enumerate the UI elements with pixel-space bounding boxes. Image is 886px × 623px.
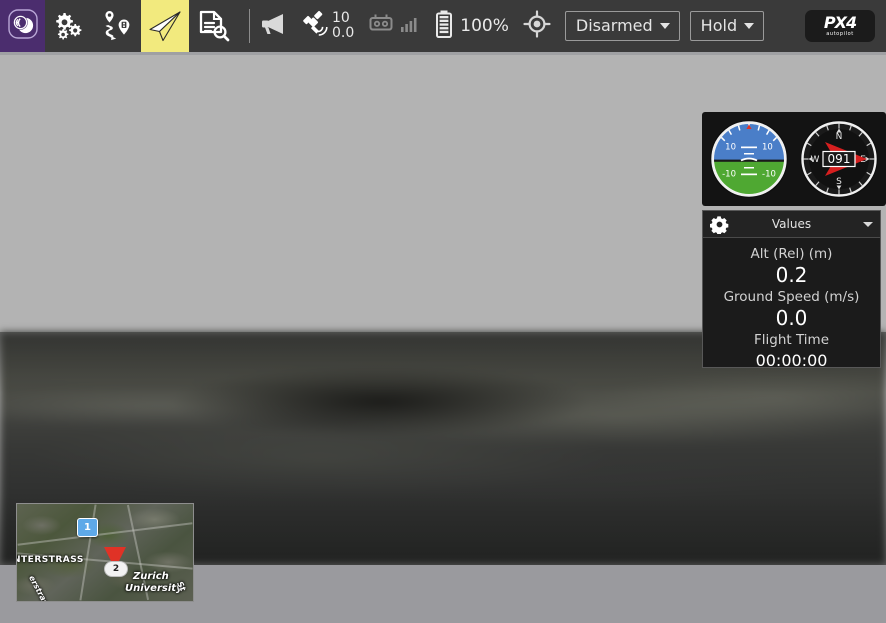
svg-text:-10: -10	[722, 170, 736, 180]
battery-full-icon	[434, 9, 454, 43]
svg-text:-10: -10	[762, 170, 776, 180]
gears-icon	[52, 10, 86, 42]
value-reading-altitude: 0.2	[703, 263, 880, 288]
arm-state-dropdown[interactable]: Disarmed	[565, 11, 680, 41]
compass-heading-value: 091	[828, 152, 851, 166]
app-logo-button[interactable]	[0, 0, 45, 52]
battery-percent-label: 100%	[460, 16, 509, 36]
value-reading-flight-time: 00:00:00	[703, 349, 880, 373]
map-label-zurich: Zurich	[133, 571, 169, 582]
value-reading-ground-speed: 0.0	[703, 306, 880, 331]
svg-text:N: N	[836, 132, 843, 142]
map-waypoint-2[interactable]: 2	[104, 561, 128, 577]
toolbar-divider	[249, 9, 250, 43]
nav-button-settings[interactable]	[45, 0, 93, 52]
qgroundcontrol-logo-icon	[7, 8, 39, 44]
signal-bars-icon	[400, 14, 420, 38]
gear-icon[interactable]	[709, 214, 729, 234]
gps-fix-indicator[interactable]	[523, 0, 551, 52]
chevron-down-icon	[660, 23, 670, 29]
gps-hdop-value: 0.0	[332, 26, 354, 41]
px4-logo-subtitle: autopilot	[826, 32, 854, 37]
message-indicator[interactable]	[259, 0, 287, 52]
attitude-indicator[interactable]: 10 10 -10 -10	[705, 115, 793, 203]
mini-map[interactable]: NTERSTRASS erstrasse Zurich University S…	[16, 503, 194, 602]
flight-mode-label: Hold	[701, 16, 737, 35]
values-panel[interactable]: Values Alt (Rel) (m) 0.2 Ground Speed (m…	[702, 210, 881, 368]
value-label-flight-time: Flight Time	[703, 331, 880, 349]
value-label-ground-speed: Ground Speed (m/s)	[703, 288, 880, 306]
crosshair-target-icon	[523, 10, 551, 42]
svg-text:10: 10	[725, 142, 736, 152]
nav-button-analyze[interactable]	[189, 0, 237, 52]
paper-plane-icon	[146, 9, 184, 43]
nav-button-plan[interactable]	[93, 0, 141, 52]
values-panel-header[interactable]: Values	[703, 211, 880, 238]
map-label-interstrass: NTERSTRASS	[16, 555, 84, 565]
map-waypoint-1[interactable]: 1	[77, 518, 98, 537]
battery-indicator[interactable]: 100%	[434, 0, 509, 52]
px4-logo-title: PX4	[824, 15, 856, 31]
instrument-panel: 10 10 -10 -10	[702, 112, 886, 206]
flight-mode-dropdown[interactable]: Hold	[690, 11, 764, 41]
chevron-down-icon	[744, 23, 754, 29]
nav-button-fly[interactable]	[141, 0, 189, 52]
qgroundcontrol-window: 10 0.0	[0, 0, 886, 623]
chevron-down-icon[interactable]	[863, 222, 873, 227]
document-search-icon	[196, 9, 230, 43]
svg-text:10: 10	[762, 142, 773, 152]
values-panel-body: Alt (Rel) (m) 0.2 Ground Speed (m/s) 0.0…	[703, 238, 880, 373]
rc-indicator[interactable]	[368, 0, 420, 52]
fly-view[interactable]: NTERSTRASS erstrasse Zurich University S…	[0, 55, 886, 623]
map-waypoints-icon	[99, 9, 135, 43]
map-label-university: University	[125, 583, 183, 594]
satellite-icon	[301, 10, 329, 42]
value-label-altitude: Alt (Rel) (m)	[703, 245, 880, 263]
px4-logo: PX4 autopilot	[805, 10, 875, 42]
gps-satellite-count: 10	[332, 11, 354, 26]
main-toolbar: 10 0.0	[0, 0, 886, 52]
gps-indicator[interactable]: 10 0.0	[301, 0, 354, 52]
values-panel-title: Values	[703, 217, 880, 231]
rc-transmitter-icon	[368, 12, 394, 40]
arm-state-label: Disarmed	[576, 16, 653, 35]
compass-indicator[interactable]: N S E W 091	[795, 115, 883, 203]
megaphone-icon	[259, 11, 287, 41]
